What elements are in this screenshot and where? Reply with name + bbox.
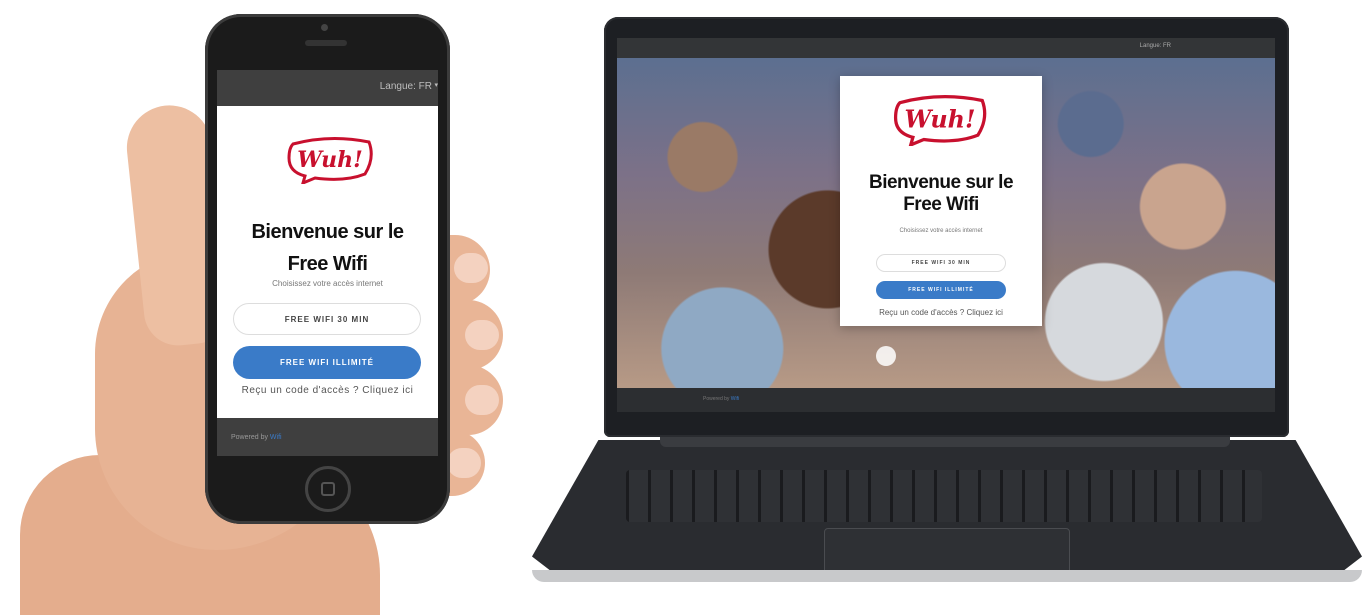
powered-by: Powered by Wifi bbox=[703, 396, 739, 402]
subtitle: Choisissez votre accès internet bbox=[899, 228, 983, 234]
powered-by: Powered by Wifi bbox=[231, 434, 282, 441]
powered-by-label: Powered by bbox=[231, 434, 270, 441]
title-line-1: Bienvenue sur le bbox=[251, 221, 404, 243]
access-code-link[interactable]: Reçu un code d'accès ? Cliquez ici bbox=[217, 385, 438, 396]
language-selector[interactable]: Langue: FR bbox=[1140, 43, 1171, 49]
powered-by-label: Powered by bbox=[703, 396, 731, 402]
smartphone: Langue: FR ▾ Wuh! Bienvenue sur le Free … bbox=[205, 14, 450, 524]
phone-top-bar: Langue: FR ▾ bbox=[217, 70, 438, 106]
welcome-card: Wuh! Bienvenue sur le Free Wifi Choisiss… bbox=[840, 76, 1042, 326]
language-selector[interactable]: Langue: FR bbox=[380, 81, 432, 92]
page-title: Bienvenue sur le Free Wifi bbox=[217, 216, 438, 280]
title-line-2: Free Wifi bbox=[287, 253, 368, 275]
access-code-link[interactable]: Reçu un code d'accès ? Cliquez ici bbox=[840, 308, 1042, 317]
laptop-footer: Powered by Wifi bbox=[617, 388, 1275, 412]
laptop-keyboard bbox=[626, 470, 1262, 522]
phone-screen: Langue: FR ▾ Wuh! Bienvenue sur le Free … bbox=[217, 70, 438, 456]
front-camera bbox=[321, 24, 328, 31]
cursor-circle-icon bbox=[876, 346, 896, 366]
footer-link[interactable]: Wifi bbox=[731, 396, 739, 402]
laptop-top-bar: Langue: FR bbox=[617, 38, 1275, 58]
fingernail bbox=[447, 448, 481, 478]
wuh-logo: Wuh! bbox=[893, 95, 987, 146]
page-title: Bienvenue sur le Free Wifi bbox=[840, 172, 1042, 216]
laptop-hinge bbox=[660, 437, 1230, 447]
fingernail bbox=[465, 385, 499, 415]
logo-text: Wuh! bbox=[905, 106, 976, 134]
laptop-screen: Langue: FR Wuh! Bienvenue sur le Free Wi… bbox=[617, 38, 1275, 412]
free-wifi-30-button[interactable]: FREE WIFI 30 MIN bbox=[876, 254, 1006, 272]
laptop-trackpad bbox=[824, 528, 1070, 574]
footer-link[interactable]: Wifi bbox=[270, 434, 282, 441]
free-wifi-unlimited-button[interactable]: FREE WIFI ILLIMITÉ bbox=[233, 346, 421, 379]
fingernail bbox=[454, 253, 488, 283]
phone-speaker bbox=[305, 40, 347, 46]
free-wifi-unlimited-button[interactable]: FREE WIFI ILLIMITÉ bbox=[876, 281, 1006, 299]
chevron-down-icon[interactable]: ▾ bbox=[434, 81, 438, 89]
title-line-2: Free Wifi bbox=[903, 194, 979, 215]
laptop-base-edge bbox=[532, 570, 1362, 582]
home-square-icon bbox=[321, 482, 335, 496]
logo-text: Wuh! bbox=[297, 147, 362, 173]
phone-footer: Powered by Wifi bbox=[217, 418, 438, 456]
wuh-logo: Wuh! bbox=[287, 136, 373, 184]
fingernail bbox=[465, 320, 499, 350]
title-line-1: Bienvenue sur le bbox=[868, 172, 1014, 193]
free-wifi-30-button[interactable]: FREE WIFI 30 MIN bbox=[233, 303, 421, 335]
subtitle: Choisissez votre accès internet bbox=[272, 279, 383, 288]
home-button[interactable] bbox=[305, 466, 351, 512]
